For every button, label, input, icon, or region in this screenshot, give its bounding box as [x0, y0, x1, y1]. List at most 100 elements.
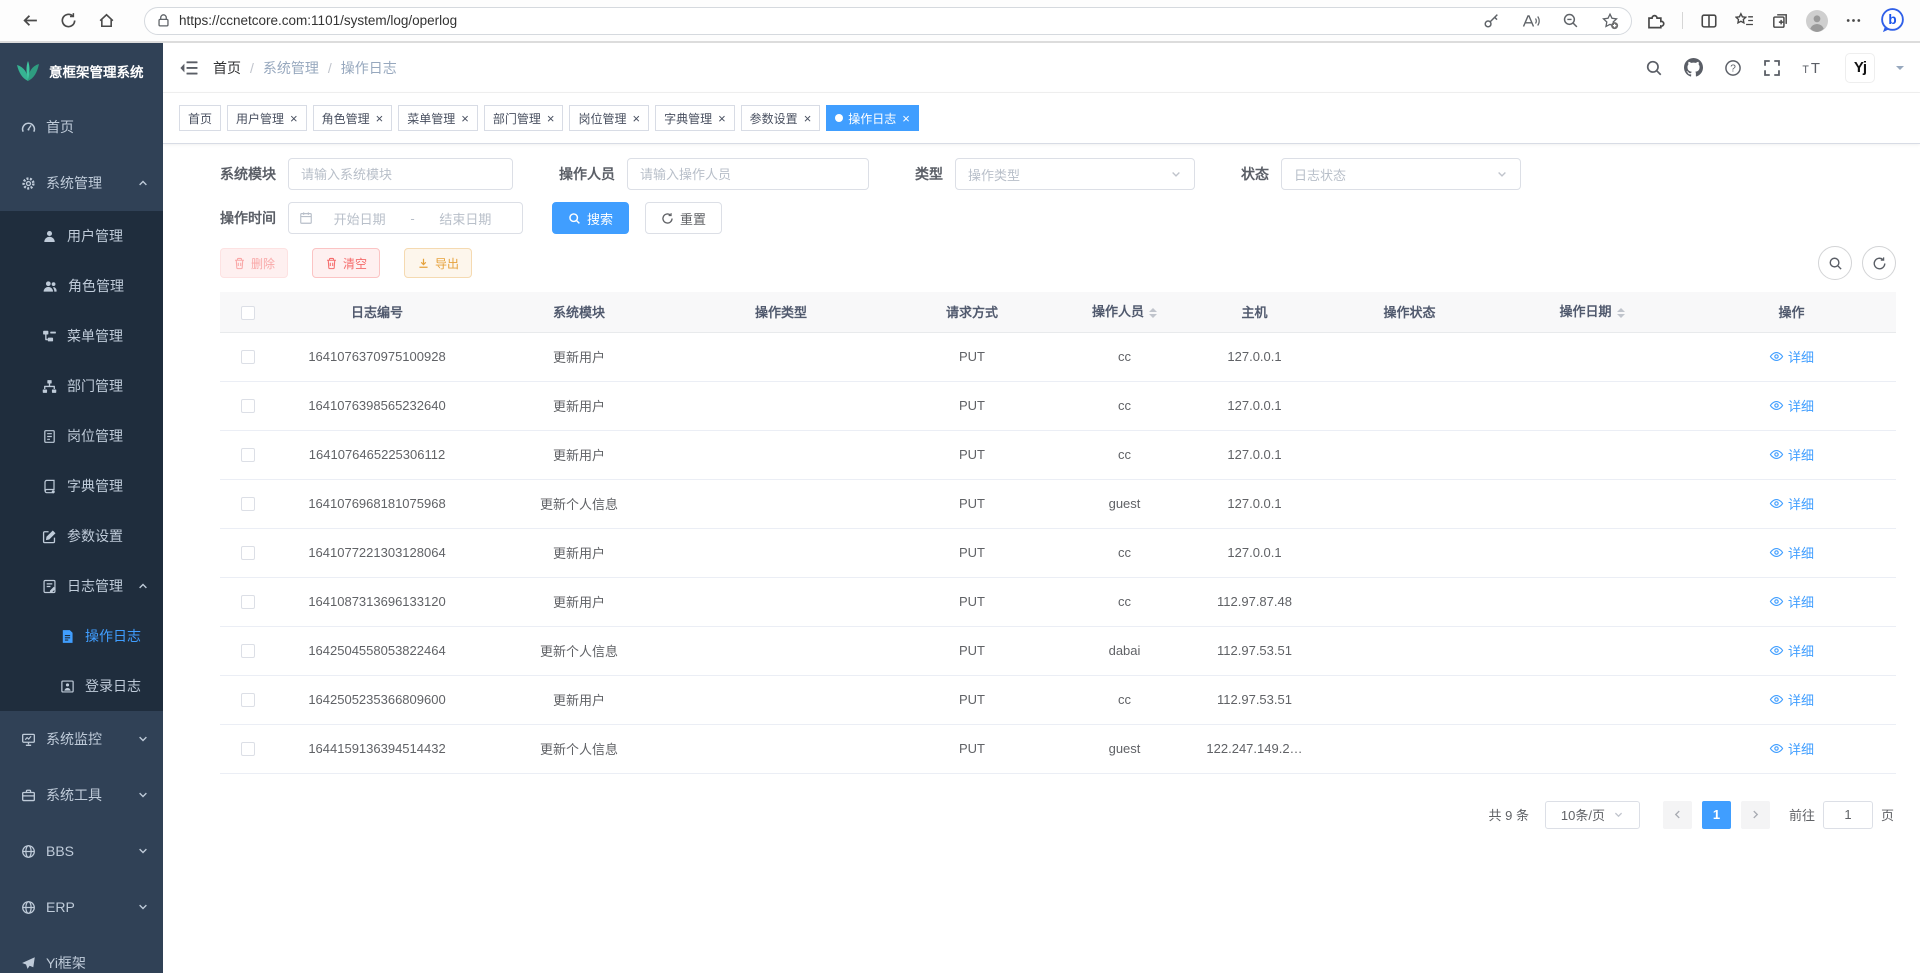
sidebar-item[interactable]: 部门管理 [0, 361, 163, 411]
header-search-icon[interactable] [1645, 59, 1663, 77]
tab-close-icon[interactable]: × [632, 112, 640, 125]
detail-link[interactable]: 详细 [1769, 641, 1814, 660]
favorite-add-icon[interactable] [1601, 12, 1619, 30]
tab[interactable]: 用户管理× [227, 105, 307, 131]
sidebar-item[interactable]: 系统工具 [0, 767, 163, 823]
search-button[interactable]: 搜索 [552, 202, 629, 234]
tab-close-icon[interactable]: × [718, 112, 726, 125]
row-checkbox[interactable] [241, 595, 255, 609]
tab-close-icon[interactable]: × [804, 112, 812, 125]
sidebar-item[interactable]: 首页 [0, 99, 163, 155]
sidebar-item[interactable]: ERP [0, 879, 163, 935]
detail-link[interactable]: 详细 [1769, 592, 1814, 611]
row-checkbox[interactable] [241, 693, 255, 707]
breadcrumb-home[interactable]: 首页 [213, 58, 241, 78]
user-caret-down-icon[interactable] [1896, 66, 1904, 74]
back-icon[interactable] [14, 5, 46, 37]
zoom-out-icon[interactable] [1562, 12, 1579, 29]
detail-link[interactable]: 详细 [1769, 739, 1814, 758]
detail-link[interactable]: 详细 [1769, 347, 1814, 366]
sidebar-item[interactable]: 系统监控 [0, 711, 163, 767]
detail-link[interactable]: 详细 [1769, 396, 1814, 415]
type-select[interactable]: 操作类型 [955, 158, 1195, 190]
favorites-bar-icon[interactable] [1735, 12, 1754, 29]
help-icon[interactable]: ? [1724, 59, 1742, 77]
github-icon[interactable] [1684, 58, 1703, 77]
row-checkbox[interactable] [241, 546, 255, 560]
sidebar-item[interactable]: 参数设置 [0, 511, 163, 561]
sidebar-item[interactable]: 系统管理 [0, 155, 163, 211]
col-date[interactable]: 操作日期 [1497, 292, 1687, 332]
date-range-input[interactable]: 开始日期 - 结束日期 [288, 202, 523, 234]
sidebar-item[interactable]: 操作日志 [0, 611, 163, 661]
row-checkbox[interactable] [241, 497, 255, 511]
fullscreen-icon[interactable] [1763, 59, 1781, 77]
sort-icons[interactable] [1617, 304, 1625, 322]
sidebar-item[interactable]: Yi框架 [0, 935, 163, 973]
collections-icon[interactable] [1771, 12, 1789, 30]
tab[interactable]: 部门管理× [484, 105, 564, 131]
app-logo[interactable]: 意框架管理系统 [0, 43, 163, 99]
bing-chat-icon[interactable]: b [1879, 7, 1906, 34]
start-date-placeholder[interactable]: 开始日期 [313, 209, 406, 228]
sidebar-item[interactable]: 菜单管理 [0, 311, 163, 361]
profile-avatar[interactable] [1806, 10, 1828, 32]
sidebar-item[interactable]: 角色管理 [0, 261, 163, 311]
detail-link[interactable]: 详细 [1769, 494, 1814, 513]
sidebar-item[interactable]: 岗位管理 [0, 411, 163, 461]
tab[interactable]: 参数设置× [741, 105, 821, 131]
split-screen-icon[interactable] [1700, 12, 1718, 30]
url-text[interactable]: https://ccnetcore.com:1101/system/log/op… [179, 13, 1461, 28]
sort-icons[interactable] [1149, 304, 1157, 322]
delete-button[interactable]: 删除 [220, 248, 288, 278]
end-date-placeholder[interactable]: 结束日期 [419, 209, 512, 228]
goto-page-input[interactable] [1823, 801, 1873, 829]
read-aloud-icon[interactable] [1522, 13, 1540, 29]
detail-link[interactable]: 详细 [1769, 445, 1814, 464]
row-checkbox[interactable] [241, 399, 255, 413]
tab[interactable]: 菜单管理× [398, 105, 478, 131]
col-operator[interactable]: 操作人员 [1062, 292, 1187, 332]
reset-button[interactable]: 重置 [645, 202, 722, 234]
user-avatar[interactable]: Yj [1845, 53, 1875, 83]
sidebar-item[interactable]: 日志管理 [0, 561, 163, 611]
row-checkbox[interactable] [241, 448, 255, 462]
detail-link[interactable]: 详细 [1769, 690, 1814, 709]
font-size-icon[interactable]: TT [1802, 59, 1824, 76]
sidebar-item[interactable]: 用户管理 [0, 211, 163, 261]
page-number-button[interactable]: 1 [1702, 801, 1731, 829]
tab-close-icon[interactable]: × [376, 112, 384, 125]
clear-button[interactable]: 清空 [312, 248, 380, 278]
address-bar[interactable]: https://ccnetcore.com:1101/system/log/op… [144, 7, 1632, 35]
tab[interactable]: 角色管理× [313, 105, 393, 131]
reload-icon[interactable] [52, 5, 84, 37]
password-key-icon[interactable] [1483, 12, 1500, 29]
tab-close-icon[interactable]: × [547, 112, 555, 125]
row-checkbox[interactable] [241, 350, 255, 364]
tab-close-icon[interactable]: × [902, 112, 910, 125]
tab[interactable]: 操作日志× [826, 105, 919, 131]
tab-close-icon[interactable]: × [461, 112, 469, 125]
more-menu-icon[interactable] [1845, 12, 1862, 29]
sidebar-item[interactable]: 字典管理 [0, 461, 163, 511]
tab[interactable]: 首页 [179, 105, 221, 131]
extensions-icon[interactable] [1646, 11, 1665, 30]
module-input[interactable] [288, 158, 513, 190]
collapse-sidebar-icon[interactable] [179, 58, 199, 78]
breadcrumb-system[interactable]: 系统管理 [263, 58, 319, 78]
status-select[interactable]: 日志状态 [1281, 158, 1521, 190]
operator-input[interactable] [627, 158, 869, 190]
tab-close-icon[interactable]: × [290, 112, 298, 125]
detail-link[interactable]: 详细 [1769, 543, 1814, 562]
sidebar-item[interactable]: BBS [0, 823, 163, 879]
home-icon[interactable] [90, 5, 122, 37]
tab[interactable]: 字典管理× [655, 105, 735, 131]
prev-page-button[interactable] [1663, 801, 1692, 829]
row-checkbox[interactable] [241, 742, 255, 756]
next-page-button[interactable] [1741, 801, 1770, 829]
toggle-search-button[interactable] [1818, 246, 1852, 280]
sidebar-item[interactable]: 登录日志 [0, 661, 163, 711]
row-checkbox[interactable] [241, 644, 255, 658]
page-size-select[interactable]: 10条/页 [1545, 801, 1640, 829]
export-button[interactable]: 导出 [404, 248, 472, 278]
